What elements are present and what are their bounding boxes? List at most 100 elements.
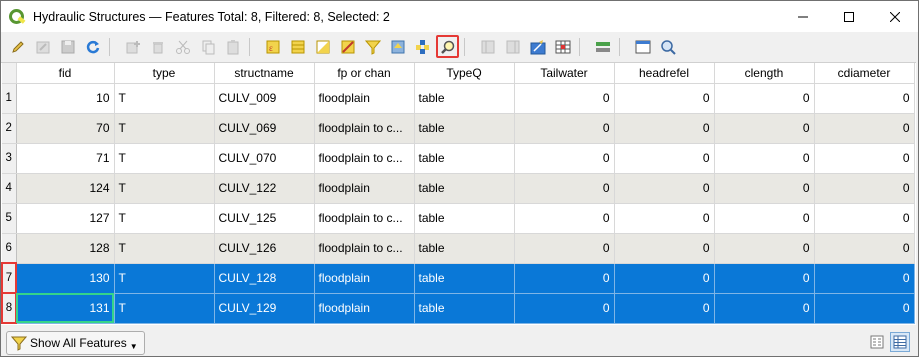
table-cell-headrefel[interactable]: 0 — [614, 113, 715, 144]
delete-field-icon[interactable] — [501, 35, 524, 58]
show-all-features-button[interactable]: Show All Features ▼ — [6, 330, 145, 355]
close-button[interactable] — [872, 1, 918, 32]
table-cell-type[interactable]: T — [114, 293, 215, 324]
table-cell-clength[interactable]: 0 — [714, 203, 815, 234]
organize-columns-icon[interactable] — [656, 35, 679, 58]
table-cell-fp[interactable]: floodplain to c... — [314, 233, 415, 264]
delete-icon[interactable] — [146, 35, 169, 58]
table-cell-type[interactable]: T — [114, 83, 215, 114]
column-header[interactable]: headrefel — [614, 63, 715, 84]
table-cell-tailwater[interactable]: 0 — [514, 203, 615, 234]
table-cell-structname[interactable]: CULV_122 — [214, 173, 315, 204]
row-header[interactable]: 2 — [2, 113, 17, 144]
column-header[interactable]: fp or chan — [314, 63, 415, 84]
table-cell-structname[interactable]: CULV_126 — [214, 233, 315, 264]
dock-icon[interactable] — [631, 35, 654, 58]
table-cell-headrefel[interactable]: 0 — [614, 173, 715, 204]
table-cell-fid[interactable]: 127 — [16, 203, 115, 234]
table-row[interactable]: 6 128 T CULV_126 floodplain to c... table 0 0 0 0 — [2, 233, 915, 264]
select-all-icon[interactable] — [286, 35, 309, 58]
table-cell-typeq[interactable]: table — [414, 293, 515, 324]
table-cell-tailwater[interactable]: 0 — [514, 233, 615, 264]
multi-edit-icon[interactable] — [31, 35, 54, 58]
table-cell-type[interactable]: T — [114, 203, 215, 234]
table-cell-typeq[interactable]: table — [414, 83, 515, 114]
column-header[interactable]: clength — [714, 63, 815, 84]
table-cell-fp[interactable]: floodplain to c... — [314, 203, 415, 234]
table-cell-typeq[interactable]: table — [414, 143, 515, 174]
table-cell-clength[interactable]: 0 — [714, 83, 815, 114]
table-cell-cdiameter[interactable]: 0 — [814, 113, 915, 144]
table-cell-cdiameter[interactable]: 0 — [814, 173, 915, 204]
actions-icon[interactable] — [591, 35, 614, 58]
field-calculator-icon[interactable] — [526, 35, 549, 58]
table-row[interactable]: 5 127 T CULV_125 floodplain to c... table 0 0 0 0 — [2, 203, 915, 234]
table-cell-structname[interactable]: CULV_129 — [214, 293, 315, 324]
table-cell-type[interactable]: T — [114, 143, 215, 174]
table-cell-tailwater[interactable]: 0 — [514, 83, 615, 114]
table-cell-fp[interactable]: floodplain — [314, 83, 415, 114]
table-cell-fid[interactable]: 71 — [16, 143, 115, 174]
column-header[interactable]: TypeQ — [414, 63, 515, 84]
column-header[interactable]: structname — [214, 63, 315, 84]
table-cell-tailwater[interactable]: 0 — [514, 113, 615, 144]
conditional-format-icon[interactable] — [551, 35, 574, 58]
corner-header[interactable] — [2, 63, 17, 84]
table-cell-cdiameter[interactable]: 0 — [814, 203, 915, 234]
reload-icon[interactable] — [81, 35, 104, 58]
table-cell-fid[interactable]: 124 — [16, 173, 115, 204]
table-cell-cdiameter[interactable]: 0 — [814, 263, 915, 294]
table-cell-type[interactable]: T — [114, 233, 215, 264]
save-icon[interactable] — [56, 35, 79, 58]
table-cell-structname[interactable]: CULV_125 — [214, 203, 315, 234]
table-cell-typeq[interactable]: table — [414, 263, 515, 294]
table-cell-fp[interactable]: floodplain to c... — [314, 113, 415, 144]
row-header[interactable]: 6 — [2, 233, 17, 264]
table-cell-fid[interactable]: 10 — [16, 83, 115, 114]
table-row[interactable]: 3 71 T CULV_070 floodplain to c... table 0 0 0 0 — [2, 143, 915, 174]
column-header[interactable]: Tailwater — [514, 63, 615, 84]
new-field-icon[interactable] — [476, 35, 499, 58]
table-cell-cdiameter[interactable]: 0 — [814, 233, 915, 264]
table-cell-clength[interactable]: 0 — [714, 173, 815, 204]
table-row[interactable]: 2 70 T CULV_069 floodplain to c... table 0 0 0 0 — [2, 113, 915, 144]
table-cell-structname[interactable]: CULV_009 — [214, 83, 315, 114]
table-cell-structname[interactable]: CULV_069 — [214, 113, 315, 144]
invert-selection-icon[interactable] — [311, 35, 334, 58]
table-cell-fp[interactable]: floodplain — [314, 263, 415, 294]
cut-icon[interactable] — [171, 35, 194, 58]
copy-icon[interactable] — [196, 35, 219, 58]
table-cell-fid[interactable]: 131 — [16, 293, 115, 324]
table-cell-typeq[interactable]: table — [414, 203, 515, 234]
table-cell-fid[interactable]: 130 — [16, 263, 115, 294]
table-cell-fid[interactable]: 70 — [16, 113, 115, 144]
row-header[interactable]: 5 — [2, 203, 17, 234]
form-view-button[interactable] — [867, 332, 887, 352]
table-cell-tailwater[interactable]: 0 — [514, 143, 615, 174]
table-cell-fp[interactable]: floodplain to c... — [314, 143, 415, 174]
table-cell-fp[interactable]: floodplain — [314, 293, 415, 324]
move-selection-top-icon[interactable] — [386, 35, 409, 58]
minimize-button[interactable] — [780, 1, 826, 32]
table-cell-headrefel[interactable]: 0 — [614, 293, 715, 324]
row-header[interactable]: 7 — [1, 262, 17, 294]
table-cell-typeq[interactable]: table — [414, 113, 515, 144]
table-cell-cdiameter[interactable]: 0 — [814, 83, 915, 114]
pencil-icon[interactable] — [6, 35, 29, 58]
column-header[interactable]: type — [114, 63, 215, 84]
row-header[interactable]: 3 — [2, 143, 17, 174]
table-cell-type[interactable]: T — [114, 263, 215, 294]
table-cell-typeq[interactable]: table — [414, 173, 515, 204]
table-cell-cdiameter[interactable]: 0 — [814, 143, 915, 174]
table-cell-typeq[interactable]: table — [414, 233, 515, 264]
table-cell-headrefel[interactable]: 0 — [614, 233, 715, 264]
table-cell-fid[interactable]: 128 — [16, 233, 115, 264]
add-feature-icon[interactable] — [121, 35, 144, 58]
deselect-icon[interactable] — [336, 35, 359, 58]
zoom-to-selected-icon[interactable] — [436, 35, 459, 58]
table-cell-tailwater[interactable]: 0 — [514, 263, 615, 294]
table-cell-tailwater[interactable]: 0 — [514, 293, 615, 324]
column-header[interactable]: fid — [16, 63, 115, 84]
table-cell-type[interactable]: T — [114, 173, 215, 204]
filter-selected-icon[interactable] — [361, 35, 384, 58]
